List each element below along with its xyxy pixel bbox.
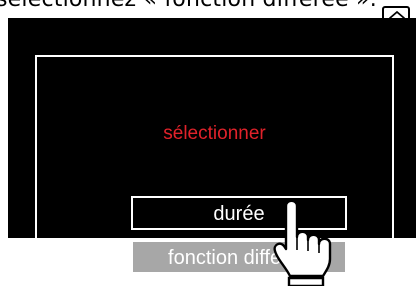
pointing-hand-icon xyxy=(273,199,332,286)
menu-frame: sélectionner durée fonction différée xyxy=(35,55,394,274)
instruction-caption: sélectionnez « fonction différée ». xyxy=(0,0,417,13)
menu-title: sélectionner xyxy=(163,123,266,144)
control-display: sélectionner durée fonction différée xyxy=(8,18,416,274)
